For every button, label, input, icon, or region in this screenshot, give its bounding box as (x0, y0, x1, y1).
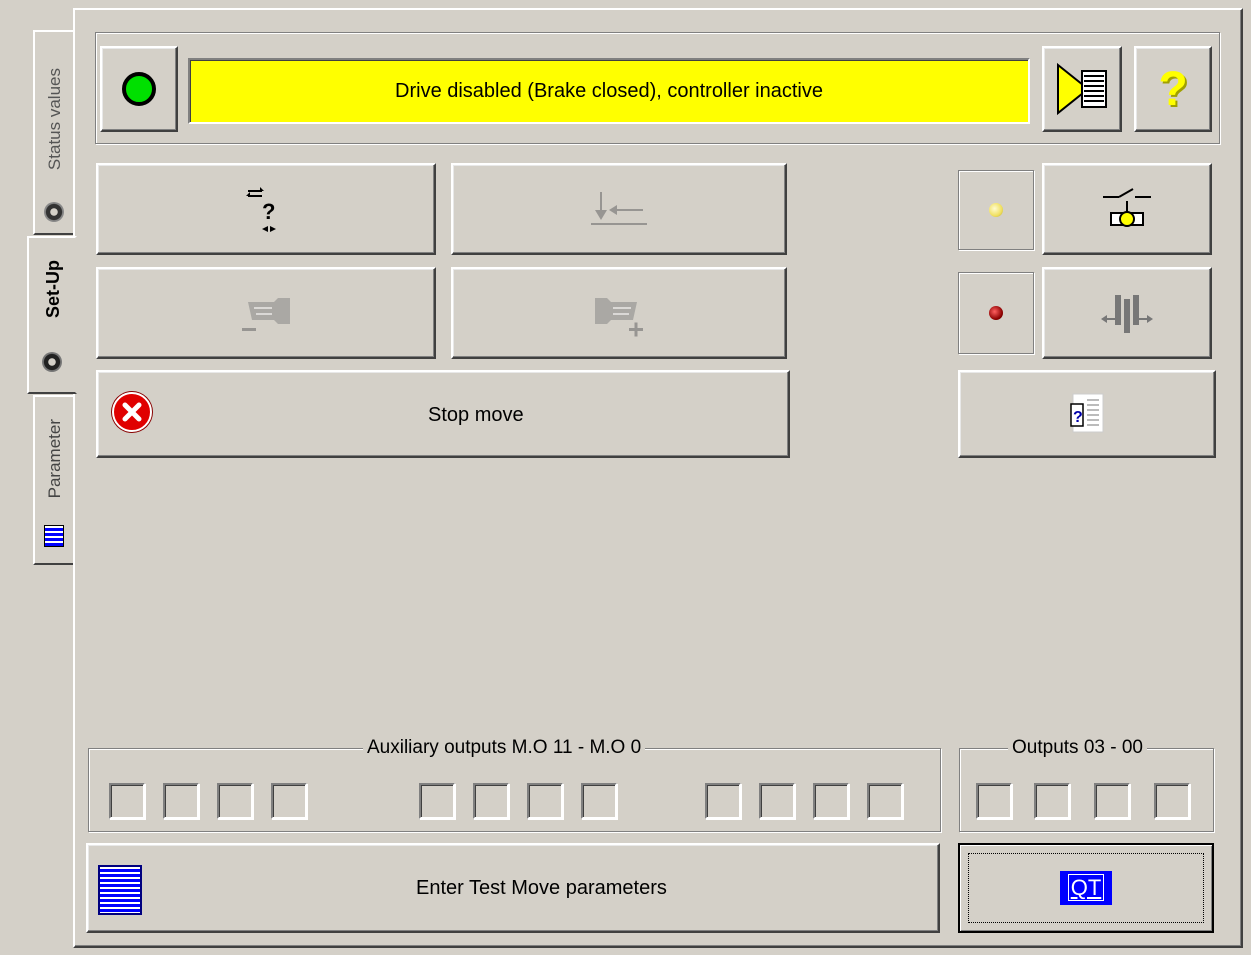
output-checkbox[interactable] (976, 783, 1012, 819)
set-reference-icon (591, 192, 647, 225)
question-icon: ? (1158, 62, 1188, 116)
aux-output-checkbox[interactable] (109, 783, 145, 819)
brake-led-icon (989, 203, 1003, 217)
aux-output-checkbox[interactable] (705, 783, 741, 819)
aux-output-checkbox[interactable] (867, 783, 903, 819)
help-button[interactable]: ? (1134, 46, 1212, 132)
jog-minus-button[interactable] (96, 267, 436, 359)
aux-output-checkbox[interactable] (527, 783, 563, 819)
aux-output-checkbox[interactable] (217, 783, 253, 819)
tab-parameter[interactable]: Parameter (33, 395, 75, 565)
reference-search-icon: ? (246, 187, 276, 232)
drive-state-button[interactable] (100, 46, 178, 132)
aux-output-checkbox[interactable] (473, 783, 509, 819)
qt-icon: QT (1059, 871, 1113, 905)
qt-label: QT (1067, 874, 1105, 901)
enable-led-icon (989, 306, 1003, 320)
aux-outputs-title: Auxiliary outputs M.O 11 - M.O 0 (363, 737, 646, 759)
aux-output-checkbox[interactable] (759, 783, 795, 819)
info-button[interactable]: ? (958, 370, 1216, 458)
jog-minus-icon (242, 298, 290, 331)
set-reference-button[interactable] (451, 163, 787, 255)
tab-parameter-label: Parameter (45, 419, 64, 499)
aux-output-checkbox[interactable] (813, 783, 849, 819)
stop-icon (112, 392, 152, 432)
test-move-button[interactable]: Enter Test Move parameters (86, 843, 940, 933)
svg-text:?: ? (1073, 409, 1083, 426)
output-checkbox[interactable] (1034, 783, 1070, 819)
enable-led-frame (958, 272, 1034, 354)
aux-outputs-group: Auxiliary outputs M.O 11 - M.O 0 (88, 737, 941, 832)
tab-status-values[interactable]: Status values (33, 30, 75, 235)
jog-plus-icon (595, 298, 643, 337)
test-move-label: Enter Test Move parameters (416, 877, 667, 899)
svg-text:?: ? (262, 199, 275, 224)
brake-switch-icon (1103, 188, 1151, 227)
status-display: Drive disabled (Brake closed), controlle… (188, 58, 1030, 124)
qt-button[interactable]: QT (958, 843, 1214, 933)
outputs-group: Outputs 03 - 00 (959, 737, 1214, 832)
output-checkbox[interactable] (1154, 783, 1190, 819)
list-icon (98, 865, 142, 915)
gear-icon (42, 352, 62, 372)
tab-set-up-label: Set-Up (43, 260, 63, 318)
brake-led-frame (958, 170, 1034, 250)
brake-button[interactable] (1042, 163, 1212, 255)
next-step-button[interactable] (1042, 46, 1122, 132)
gear-icon (44, 202, 64, 222)
aux-output-checkbox[interactable] (419, 783, 455, 819)
reference-search-button[interactable]: ? (96, 163, 436, 255)
aux-output-checkbox[interactable] (271, 783, 307, 819)
enable-motor-icon (1101, 295, 1153, 333)
stop-move-button[interactable]: Stop move (96, 370, 790, 458)
jog-plus-button[interactable] (451, 267, 787, 359)
aux-output-checkbox[interactable] (163, 783, 199, 819)
tab-status-values-label: Status values (45, 68, 64, 171)
list-icon (44, 525, 64, 547)
info-document-icon: ? (1070, 393, 1104, 433)
aux-output-checkbox[interactable] (581, 783, 617, 819)
output-checkbox[interactable] (1094, 783, 1130, 819)
enable-button[interactable] (1042, 267, 1212, 359)
tab-set-up[interactable]: Set-Up (27, 236, 77, 394)
stop-move-label: Stop move (428, 404, 524, 426)
outputs-title: Outputs 03 - 00 (1008, 737, 1147, 759)
green-led-icon (122, 72, 156, 106)
play-list-icon (1057, 62, 1107, 116)
status-text: Drive disabled (Brake closed), controlle… (395, 79, 823, 102)
